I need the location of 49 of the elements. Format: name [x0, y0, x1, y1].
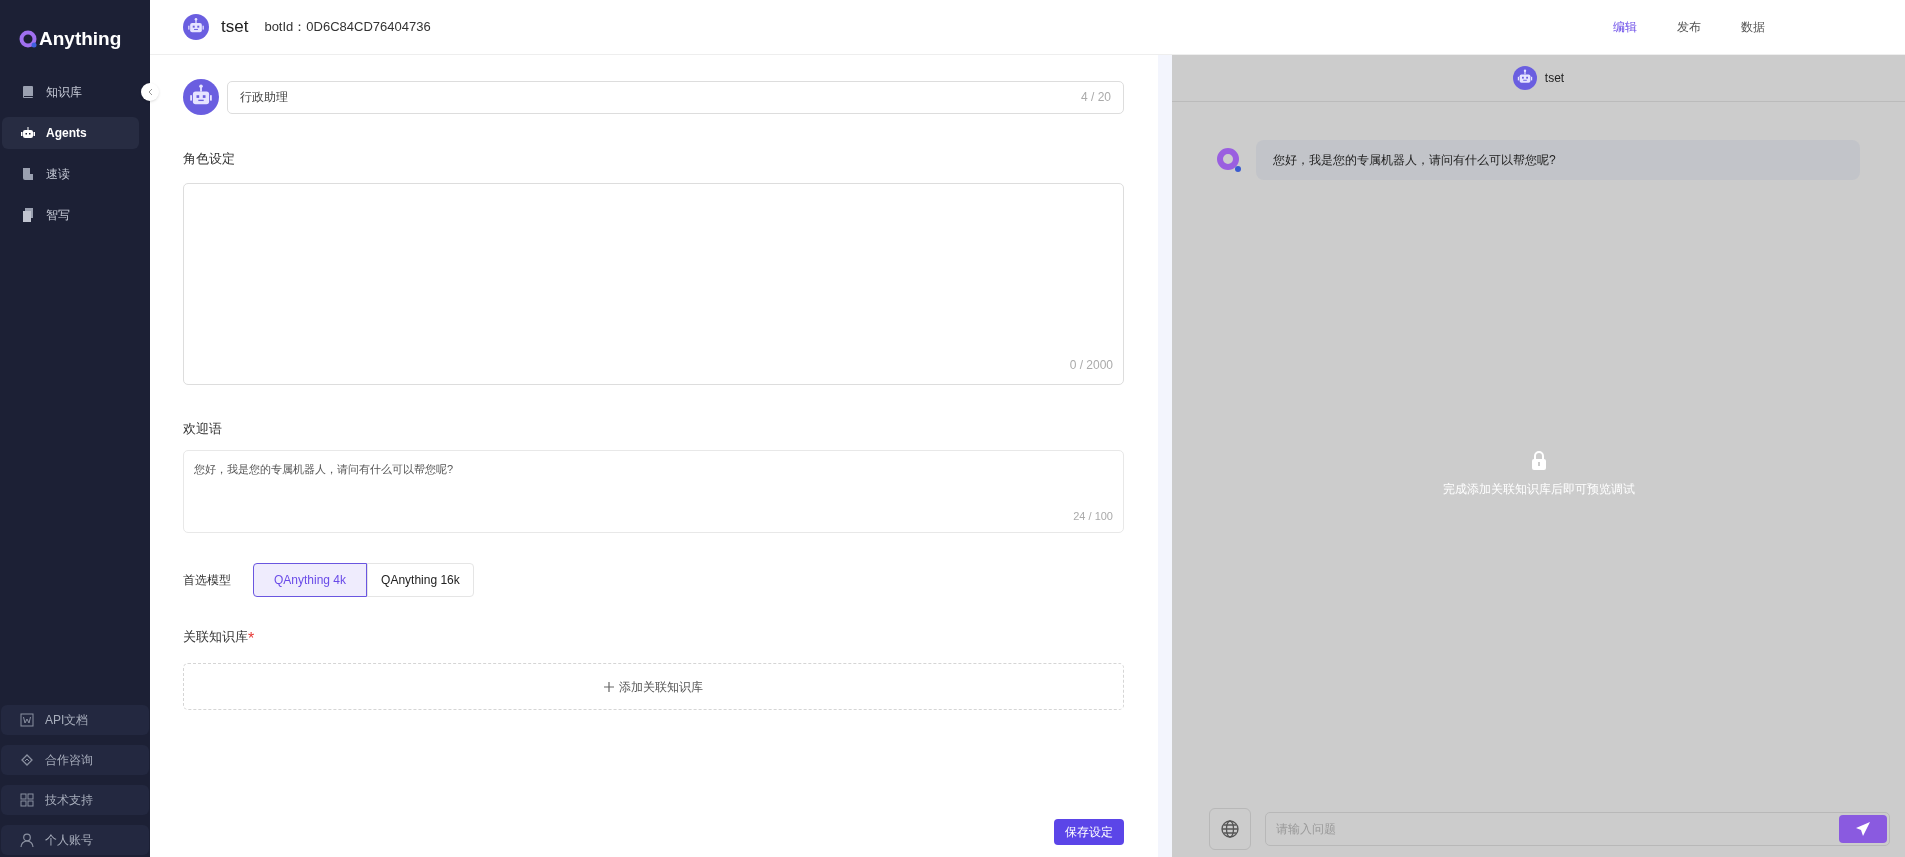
sidebar-item[interactable]: 速读	[2, 158, 139, 190]
documents-icon	[20, 207, 36, 223]
globe-icon	[1221, 820, 1239, 838]
lock-icon	[1530, 450, 1547, 470]
sidebar-item[interactable]: 智写	[2, 199, 139, 231]
send-icon	[1855, 821, 1871, 837]
character-count: 24 / 100	[1073, 508, 1113, 524]
book-icon	[20, 84, 36, 100]
document-w-icon	[19, 712, 35, 728]
chat-bubble: 您好，我是您的专属机器人，请问有什么可以帮您呢?	[1256, 140, 1860, 180]
required-mark: *	[248, 629, 255, 649]
bot-id: botId：0D6C84CD76404736	[264, 18, 431, 37]
welcome-textarea[interactable]: 您好，我是您的专属机器人，请问有什么可以帮您呢? 24 / 100	[183, 450, 1124, 533]
model-option[interactable]: QAnything 16k	[367, 563, 474, 597]
field-label: 角色设定	[183, 150, 236, 168]
sidebar-item[interactable]: Agents	[2, 117, 139, 149]
bot-avatar-icon	[183, 79, 219, 115]
sidebar-item[interactable]: 知识库	[2, 76, 139, 108]
header-tab[interactable]: 发布	[1677, 18, 1701, 36]
save-settings-button[interactable]: 保存设定	[1054, 819, 1124, 845]
sidebar-footer-item[interactable]: API文档	[1, 705, 149, 735]
collapse-button[interactable]	[141, 83, 159, 101]
model-option[interactable]: QAnything 4k	[253, 563, 368, 597]
bot-avatar-icon	[183, 14, 209, 40]
header-tab[interactable]: 数据	[1741, 18, 1765, 36]
field-label: 首选模型	[183, 572, 232, 589]
logo-icon	[19, 30, 37, 48]
bot-avatar-icon	[1512, 66, 1537, 90]
header-tab[interactable]: 编辑	[1613, 18, 1637, 36]
bot-name: tset	[1544, 70, 1565, 87]
user-icon	[19, 832, 35, 848]
sidebar-footer-item[interactable]: 合作咨询	[1, 745, 149, 775]
name-field[interactable]: 行政助理 4 / 20	[227, 80, 1124, 114]
field-label: 欢迎语	[183, 419, 223, 438]
chevron-left-icon	[147, 88, 153, 96]
sidebar-footer-item[interactable]: 个人账号	[1, 825, 149, 855]
robot-icon	[20, 125, 36, 141]
bot-logo-icon	[1216, 147, 1242, 173]
sidebar-footer-item[interactable]: 技术支持	[1, 785, 149, 815]
logo-text: Anything	[39, 26, 122, 51]
character-count: 0 / 2000	[1069, 356, 1113, 374]
web-search-button[interactable]	[1209, 808, 1251, 850]
add-knowledge-base-button[interactable]: 添加关联知识库	[183, 663, 1124, 710]
plus-icon	[604, 681, 614, 692]
grid-icon	[19, 792, 35, 808]
send-button[interactable]	[1839, 815, 1887, 843]
field-label: 关联知识库	[183, 628, 248, 646]
bot-name: tset	[221, 16, 249, 39]
character-count: 4 / 20	[1080, 89, 1111, 106]
